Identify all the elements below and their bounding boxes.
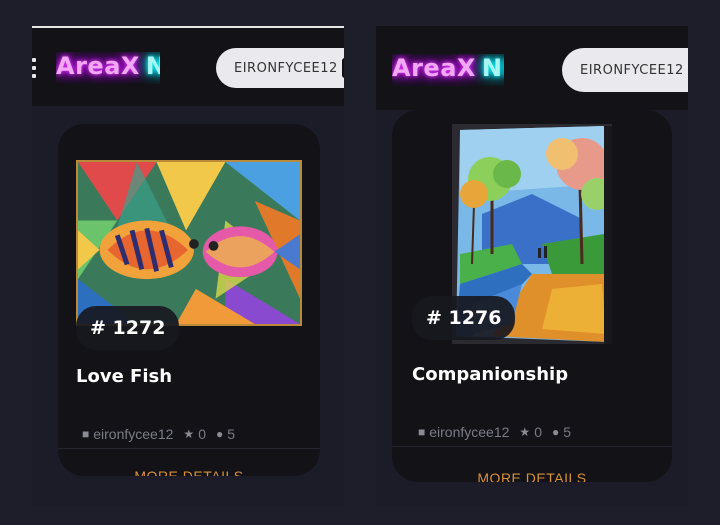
username-label: EIRONFYCEE12 [580, 62, 684, 78]
user-icon: ■ [418, 425, 426, 439]
logo-text-primary: AreaX [392, 54, 476, 82]
card-divider [392, 446, 672, 447]
author-name[interactable]: eironfycee12 [93, 426, 173, 442]
artwork-title[interactable]: Companionship [412, 364, 568, 385]
comment-icon[interactable]: ● [216, 427, 223, 441]
menu-icon[interactable] [32, 58, 36, 78]
comment-count: 5 [227, 426, 236, 442]
logo-text-secondary: NI [145, 52, 160, 80]
star-icon[interactable]: ★ [519, 425, 530, 439]
comment-icon[interactable]: ● [552, 425, 559, 439]
token-number-badge: # 1276 [412, 296, 516, 340]
author-name[interactable]: eironfycee12 [429, 424, 509, 440]
username-label: EIRONFYCEE12 [234, 60, 338, 76]
app-header: AreaXNI EIRONFYCEE12 [376, 26, 688, 110]
comment-count: 5 [563, 424, 572, 440]
screen-right: AreaXNI EIRONFYCEE12 [376, 26, 688, 506]
screen-left: AreaXNI EIRONFYCEE12 [32, 26, 344, 506]
artwork-title[interactable]: Love Fish [76, 366, 172, 387]
user-account-button[interactable]: EIRONFYCEE12 [562, 48, 688, 92]
logo-text-secondary: NI [481, 54, 504, 82]
app-logo[interactable]: AreaXNI [392, 54, 504, 86]
fish-painting-image [78, 162, 300, 324]
artwork-meta: ■ eironfycee12 ★ 0 ● 5 [82, 426, 235, 442]
more-details-button[interactable]: MORE DETAILS [58, 468, 320, 476]
more-details-button[interactable]: MORE DETAILS [392, 470, 672, 482]
token-number-badge: # 1272 [76, 306, 180, 350]
wallet-icon [341, 58, 344, 78]
user-icon: ■ [82, 427, 90, 441]
star-count: 0 [198, 426, 206, 442]
logo-text-primary: AreaX [56, 52, 140, 80]
card-divider [58, 448, 320, 449]
artwork-image[interactable] [76, 160, 302, 326]
artwork-meta: ■ eironfycee12 ★ 0 ● 5 [418, 424, 571, 440]
nft-card[interactable]: # 1272 Love Fish ■ eironfycee12 ★ 0 ● 5 … [58, 124, 320, 476]
nft-card[interactable]: # 1276 Companionship ■ eironfycee12 ★ 0 … [392, 110, 672, 482]
user-account-button[interactable]: EIRONFYCEE12 [216, 48, 344, 88]
app-logo[interactable]: AreaXNI [56, 52, 160, 84]
star-count: 0 [534, 424, 542, 440]
app-header: AreaXNI EIRONFYCEE12 [32, 28, 344, 106]
star-icon[interactable]: ★ [183, 427, 194, 441]
